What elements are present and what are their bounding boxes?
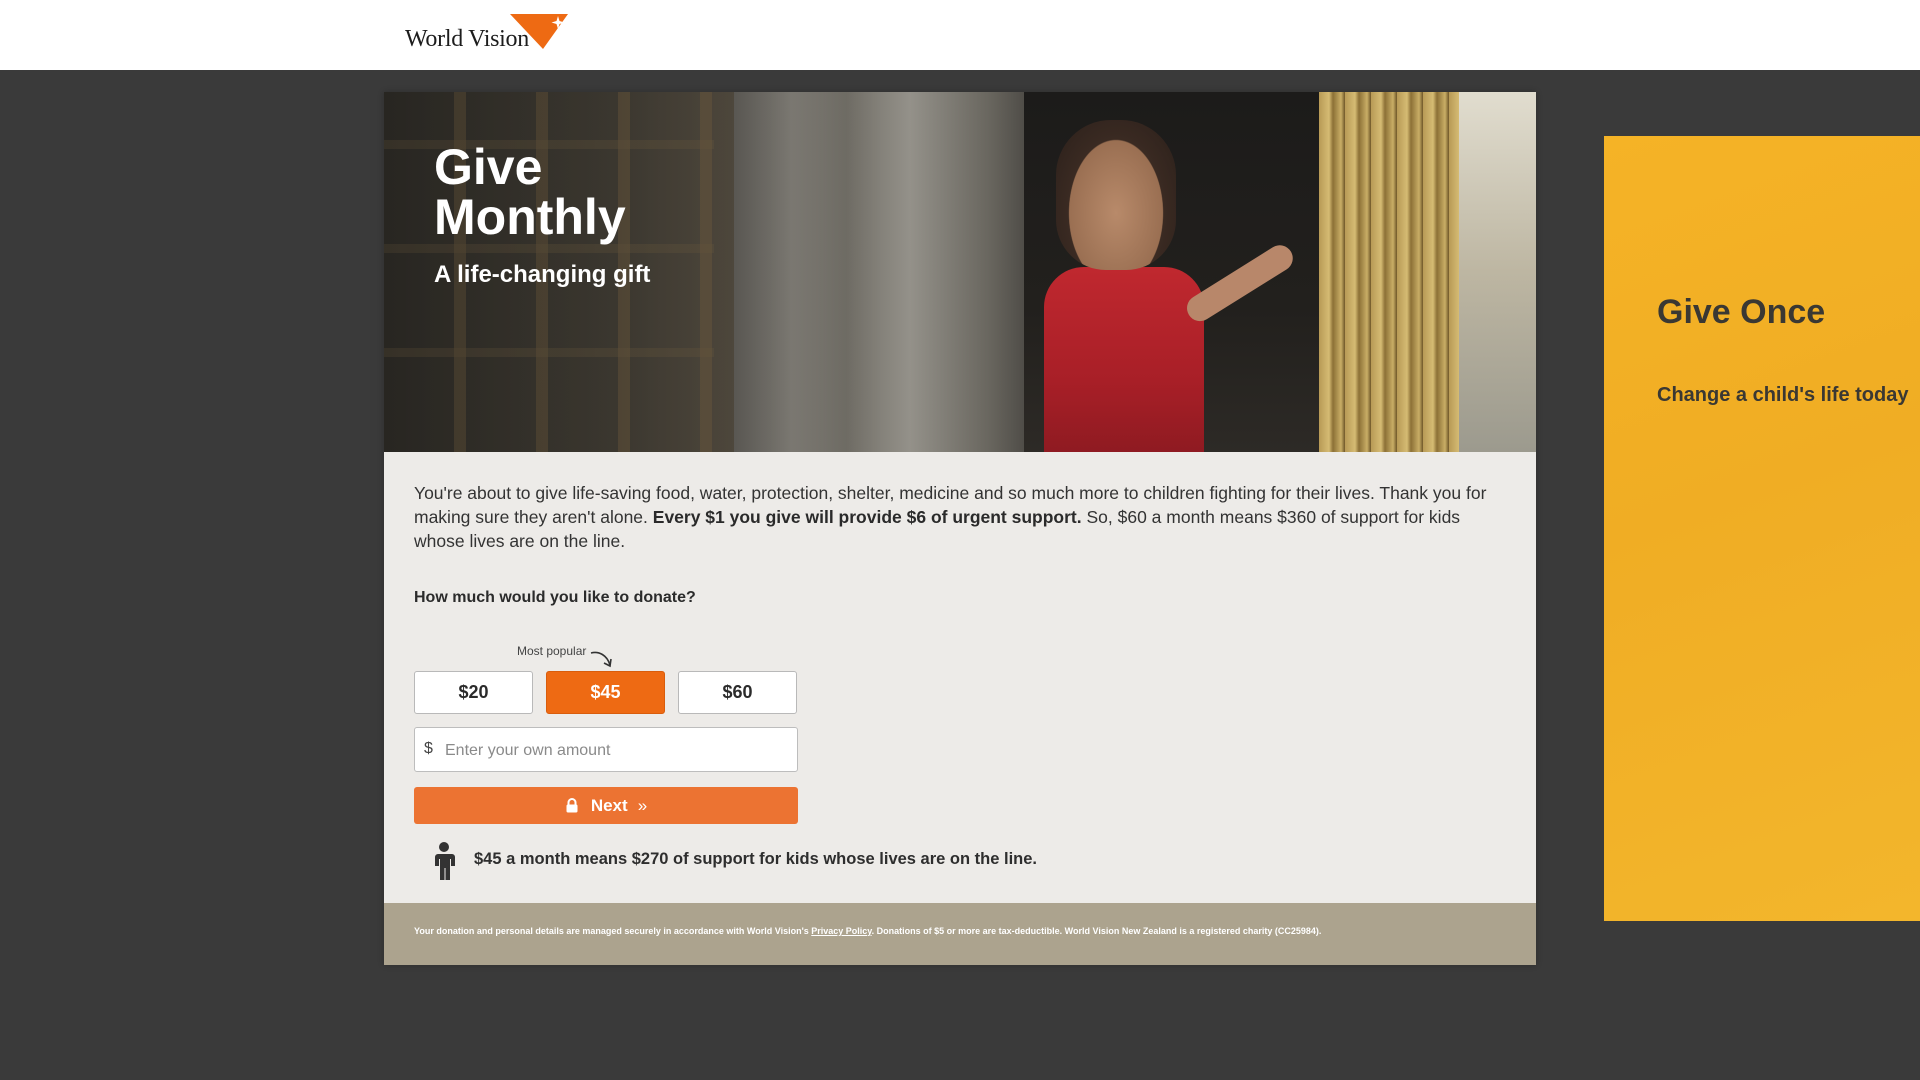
amount-button-20[interactable]: $20 <box>414 671 533 714</box>
give-monthly-subtitle: A life-changing gift <box>434 261 651 288</box>
hero-image: Give Monthly A life-changing gift <box>384 92 1536 452</box>
logo-star-icon <box>510 14 568 49</box>
footer-text-part2: . Donations of $5 or more are tax-deduct… <box>871 926 1322 936</box>
impact-text: $45 a month means $270 of support for ki… <box>474 850 1037 868</box>
amount-button-45[interactable]: $45 <box>546 671 665 714</box>
give-once-card[interactable]: Give Once Change a child's life today <box>1604 136 1920 921</box>
hero-child-head <box>1056 120 1176 270</box>
privacy-policy-link[interactable]: Privacy Policy <box>811 926 871 936</box>
hero-outside <box>1459 92 1536 452</box>
child-figure-icon <box>435 842 455 880</box>
hero-child-body <box>1044 267 1204 452</box>
give-once-title: Give Once <box>1657 293 1826 331</box>
give-monthly-card: Give Monthly A life-changing gift You're… <box>384 92 1536 965</box>
custom-amount-input[interactable] <box>443 736 787 765</box>
give-monthly-title: Give Monthly <box>434 139 626 245</box>
footer: Your donation and personal details are m… <box>384 903 1536 965</box>
footer-text: Your donation and personal details are m… <box>414 926 1321 936</box>
custom-amount-field[interactable]: $ <box>414 727 798 772</box>
intro-text-bold: Every $1 you give will provide $6 of urg… <box>652 507 1082 527</box>
lock-icon <box>566 798 578 813</box>
donation-question: How much would you like to donate? <box>414 589 696 606</box>
hero-bamboo <box>1319 92 1459 452</box>
next-button-label: Next <box>590 795 628 815</box>
give-once-subtitle: Change a child's life today <box>1657 384 1909 406</box>
curved-arrow-icon <box>590 651 612 668</box>
currency-symbol: $ <box>424 740 433 757</box>
most-popular-label: Most popular <box>517 644 587 658</box>
world-vision-logo[interactable]: World Vision <box>405 14 575 54</box>
amount-button-60[interactable]: $60 <box>678 671 797 714</box>
intro-text: You're about to give life-saving food, w… <box>414 481 1509 553</box>
double-chevron-right-icon: » <box>637 795 648 815</box>
footer-text-part1: Your donation and personal details are m… <box>414 926 812 936</box>
next-button[interactable]: Next » <box>414 787 798 824</box>
top-bar: World Vision <box>0 0 1920 70</box>
